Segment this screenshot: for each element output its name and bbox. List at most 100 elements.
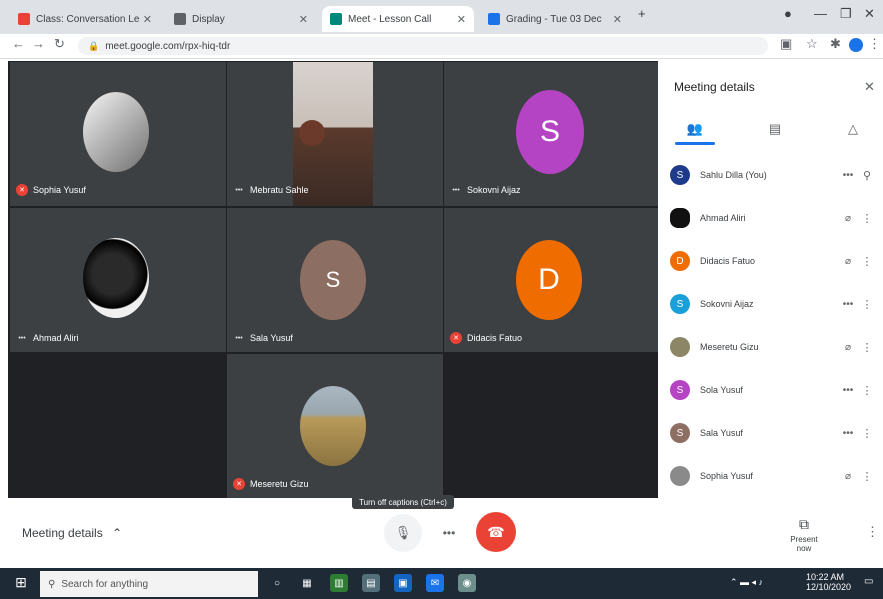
close-tab-icon[interactable]: ✕ (299, 13, 308, 26)
avatar: S (516, 90, 584, 174)
url-text: meet.google.com/rpx-hiq-tdr (105, 40, 231, 52)
browser-tab-2[interactable]: Display ✕ (166, 6, 316, 32)
more-options-icon[interactable]: ⋮ (859, 298, 875, 311)
browser-tab-4[interactable]: Grading - Tue 03 Dec ✕ (480, 6, 630, 32)
meeting-details-label: Meeting details (22, 526, 103, 540)
close-tab-icon[interactable]: ✕ (143, 13, 152, 26)
participant-tile[interactable]: S ••• Sala Yusuf (227, 208, 443, 352)
menu-kebab-icon[interactable]: ⋮ (868, 36, 881, 52)
close-window-icon[interactable]: ✕ (864, 6, 875, 22)
notifications-icon[interactable]: ▭ (864, 576, 876, 592)
mic-icon: ••• (235, 334, 243, 342)
system-tray-icons[interactable]: ⌃ ▬ ◂ ♪ (730, 577, 763, 588)
mic-icon: ⌀ (844, 212, 852, 224)
present-now-button[interactable]: ⧉ Present now (782, 516, 826, 553)
participant-avatar: D (670, 251, 690, 271)
app-icon-mail[interactable]: ✉ (426, 574, 444, 592)
participant-row[interactable]: S Sahlu Dilla (You) ••• ⚲ (670, 156, 875, 194)
clock-time: 10:22 AM (806, 572, 845, 582)
more-options-icon[interactable]: ⋮ (859, 384, 875, 397)
app-icon-files[interactable]: ▤ (362, 574, 380, 592)
participant-name: Didacis Fatuo (467, 333, 523, 343)
mic-icon: ••• (452, 186, 460, 194)
participant-row[interactable]: S Sokovni Aijaz ••• ⋮ (670, 285, 875, 323)
bookmark-star-icon[interactable]: ☆ (806, 36, 818, 52)
microphone-icon: 🎙 (394, 525, 412, 540)
meeting-details-button[interactable]: Meeting details ⌃ (22, 526, 122, 540)
tab-title: Class: Conversation Lesson (36, 13, 139, 25)
participant-avatar: S (670, 423, 690, 443)
app-icon-chrome[interactable]: ◉ (458, 574, 476, 592)
participant-avatar: S (670, 165, 690, 185)
participant-tile[interactable]: ✕ Meseretu Gizu (227, 354, 443, 498)
widgets-icon[interactable]: ▦ (298, 574, 316, 592)
more-options-icon[interactable]: ⋮ (859, 470, 875, 483)
empty-tile (444, 354, 658, 498)
minimize-icon[interactable]: — (814, 6, 827, 21)
participant-row[interactable]: D Didacis Fatuo ⌀ ⋮ (670, 242, 875, 280)
pin-icon[interactable]: ⚲ (859, 169, 875, 182)
more-options-icon[interactable]: ⋮ (859, 341, 875, 354)
participant-name: Mebratu Sahle (250, 185, 309, 195)
more-call-options-button[interactable]: ••• (434, 514, 464, 552)
participant-row[interactable]: Ahmad Aliri ⌀ ⋮ (670, 199, 875, 237)
mic-icon: ••• (842, 169, 854, 181)
task-view-icon[interactable]: ○ (268, 574, 286, 592)
profile-icon[interactable]: ● (784, 6, 792, 21)
browser-tab-1[interactable]: Class: Conversation Lesson ✕ (10, 6, 160, 32)
mic-muted-icon: ⌀ (844, 341, 852, 353)
extension-icon[interactable]: ✱ (830, 36, 841, 52)
people-icon[interactable]: 👥 (680, 118, 710, 140)
more-options-icon[interactable]: ⋮ (859, 427, 875, 440)
participant-tile[interactable]: ✕ Sophia Yusuf (10, 62, 226, 206)
mic-icon: ••• (842, 298, 854, 310)
end-call-button[interactable]: ☎ (476, 512, 516, 552)
taskbar-search[interactable]: ⚲ Search for anything (40, 571, 258, 597)
participant-avatar (670, 466, 690, 486)
address-bar[interactable]: 🔒 meet.google.com/rpx-hiq-tdr (78, 37, 768, 55)
chevron-up-icon: ⌃ (112, 526, 123, 540)
participant-row-name: Ahmad Aliri (700, 213, 746, 223)
tab-title: Meet - Lesson Call (348, 13, 432, 25)
participant-nametag: ✕ Didacis Fatuo (450, 332, 522, 344)
new-tab-icon[interactable]: + (638, 6, 646, 21)
forward-icon[interactable]: → (32, 36, 45, 51)
avatar (83, 92, 149, 172)
participant-tile[interactable]: ••• Ahmad Aliri (10, 208, 226, 352)
participant-row[interactable]: S Sola Yusuf ••• ⋮ (670, 371, 875, 409)
participant-tile[interactable]: D ✕ Didacis Fatuo (444, 208, 658, 352)
reload-icon[interactable]: ↻ (54, 36, 65, 52)
participant-row[interactable]: Sophia Yusuf ⌀ ⋮ (670, 457, 875, 495)
account-avatar[interactable] (849, 38, 863, 52)
participant-name: Sokovni Aijaz (467, 185, 521, 195)
activities-icon[interactable]: △ (838, 118, 868, 140)
maximize-icon[interactable]: ❐ (840, 6, 852, 22)
participant-row[interactable]: Meseretu Gizu ⌀ ⋮ (670, 328, 875, 366)
participant-tile[interactable]: S ••• Sokovni Aijaz (444, 62, 658, 206)
more-options-icon[interactable]: ⋮ (859, 212, 875, 225)
close-tab-icon[interactable]: ✕ (613, 13, 622, 26)
mic-icon: ••• (18, 334, 26, 342)
microphone-button[interactable]: 🎙 (384, 514, 422, 552)
windows-start-icon[interactable]: ⊞ (12, 574, 30, 592)
taskbar-clock[interactable]: 10:22 AM 12/10/2020 (806, 572, 851, 592)
mic-icon: ••• (235, 186, 243, 194)
call-more-options-icon[interactable]: ⋮ (866, 524, 879, 540)
app-icon-excel[interactable]: ▥ (330, 574, 348, 592)
participant-tile[interactable]: ••• Mebratu Sahle (227, 62, 443, 206)
participant-row-name: Sokovni Aijaz (700, 299, 754, 309)
participant-row-name: Sola Yusuf (700, 385, 743, 395)
panel-title: Meeting details (674, 80, 755, 94)
back-icon[interactable]: ← (12, 36, 25, 51)
close-tab-icon[interactable]: ✕ (457, 13, 466, 26)
browser-tab-3[interactable]: Meet - Lesson Call ✕ (322, 6, 474, 32)
camera-indicator-icon[interactable]: ▣ (780, 36, 792, 52)
chat-icon[interactable]: ▤ (760, 118, 790, 140)
tab-title: Display (192, 13, 225, 25)
participant-row[interactable]: S Sala Yusuf ••• ⋮ (670, 414, 875, 452)
participant-nametag: ••• Ahmad Aliri (16, 332, 78, 344)
more-options-icon[interactable]: ⋮ (859, 255, 875, 268)
app-icon-word[interactable]: ▣ (394, 574, 412, 592)
close-panel-icon[interactable]: ✕ (864, 79, 875, 95)
present-screen-icon: ⧉ (799, 516, 809, 532)
